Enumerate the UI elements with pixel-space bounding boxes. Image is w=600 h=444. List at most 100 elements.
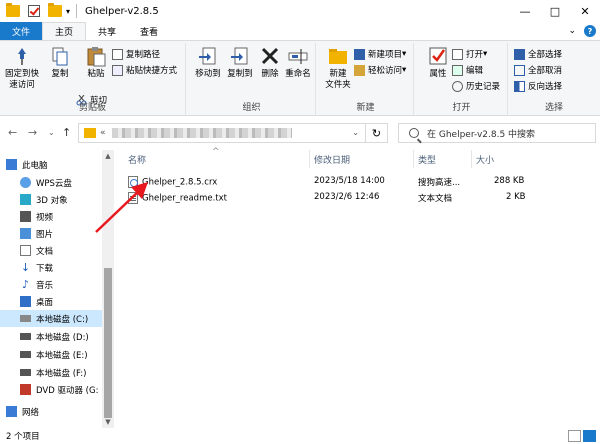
desktop-icon [20,296,31,307]
file-modified: 2023/2/6 12:46 [314,192,380,202]
organize-group-label: 组织 [242,103,261,113]
recent-dropdown-icon[interactable]: ⌄ [48,128,55,137]
open-icon [452,48,463,60]
address-prefix: « [100,128,106,138]
document-icon [20,245,31,256]
quick-access-dropdown-icon[interactable]: ▾ [66,7,70,16]
nav-item-network[interactable]: 网络 [6,403,106,420]
new-folder-label: 新建 文件夹 [325,69,351,90]
nav-item-drive-c[interactable]: 本地磁盘 (C:) [0,310,102,327]
file-type: 文本文档 [418,194,453,204]
ribbon-tabs: 文件 主页 共享 查看 ⌄ ? [0,22,600,40]
picture-icon [20,228,31,239]
ribbon-expand-icon[interactable]: ⌄ [568,26,576,36]
select-all-button[interactable]: 全部选择 [514,47,562,61]
navigation-pane: 此电脑 WPS云盘 3D 对象 视频 图片 文档 ↓ 下载 ♪ 音乐 桌面 本地… [0,150,114,428]
select-none-label: 全部取消 [528,66,563,76]
maximize-button[interactable]: □ [540,0,570,22]
column-header-size[interactable]: 大小 [472,150,528,168]
up-arrow-icon[interactable]: ↑ [62,126,71,139]
copy-path-button[interactable]: 复制路径 [112,47,160,61]
easy-access-button[interactable]: 轻松访问 ▾ [354,63,406,77]
nav-label: WPS云盘 [36,178,72,189]
select-all-label: 全部选择 [528,50,563,60]
file-modified: 2023/5/18 14:00 [314,176,385,186]
properties-icon[interactable] [28,5,40,17]
history-button[interactable]: 历史记录 [452,79,500,93]
column-header-name[interactable]: 名称 [124,150,310,168]
refresh-icon[interactable]: ↻ [365,124,387,142]
tab-home[interactable]: 主页 [42,22,87,40]
paste-shortcut-icon [112,64,123,76]
nav-label: 本地磁盘 (D:) [36,332,89,343]
scroll-thumb[interactable] [104,268,112,418]
file-name-cell: Ghelper_2.8.5.crx [128,176,217,188]
video-icon [20,211,31,222]
nav-label: 文档 [36,246,54,257]
close-button[interactable]: ✕ [570,0,600,22]
file-row[interactable]: Ghelper_readme.txt 2023/2/6 12:46 文本文档 2… [126,190,536,206]
easy-access-icon [354,64,365,76]
drive-icon [20,315,31,322]
address-dropdown-icon[interactable]: ⌄ [352,128,359,137]
search-input[interactable]: 在 Ghelper-v2.8.5 中搜索 [398,123,596,143]
item-count: 2 个项目 [6,432,40,442]
crx-file-icon [128,176,138,188]
title-separator [76,4,78,18]
select-group: 全部选择 全部取消 反向选择 选择 [510,43,598,115]
large-icons-view-icon[interactable] [583,430,596,442]
column-header-modified[interactable]: 修改日期 [310,150,414,168]
edit-button[interactable]: 编辑 [452,63,483,77]
pin-label: 固定到快 速访问 [4,69,39,90]
tab-share[interactable]: 共享 [86,22,128,40]
new-folder-button[interactable]: 新建 文件夹 [318,45,358,91]
cloud-icon [20,177,31,188]
history-label: 历史记录 [466,82,501,92]
search-icon [409,128,419,138]
file-name-cell: Ghelper_readme.txt [128,192,227,204]
rename-button[interactable]: 重命名 [278,45,318,80]
nav-label: 本地磁盘 (C:) [36,314,89,325]
back-arrow-icon[interactable]: ← [8,126,17,139]
select-none-icon [514,64,525,76]
file-row[interactable]: Ghelper_2.8.5.crx 2023/5/18 14:00 搜狗高速..… [126,174,536,190]
scroll-down-icon[interactable]: ▼ [102,416,114,428]
details-view-icon[interactable] [568,430,581,442]
nav-label: 此电脑 [22,160,48,171]
invert-selection-label: 反向选择 [528,82,563,92]
open-button[interactable]: 打开 ▾ [452,47,487,61]
paste-label: 粘贴 [87,69,105,79]
new-item-dropdown-icon: ▾ [402,49,407,59]
pin-quick-access-button[interactable]: 固定到快 速访问 [2,45,42,91]
new-folder-icon[interactable] [48,3,62,17]
help-icon[interactable]: ? [584,25,596,37]
folder-icon[interactable] [6,3,20,17]
new-item-button[interactable]: 新建项目 ▾ [354,47,406,61]
cube-icon [20,194,31,205]
paste-button[interactable]: 粘贴 [76,45,116,80]
title-bar: ▾ Ghelper-v2.8.5 — □ ✕ [0,0,600,22]
new-group: 新建 文件夹 新建项目 ▾ 轻松访问 ▾ 新建 [318,43,414,115]
paste-shortcut-button[interactable]: 粘贴快捷方式 [112,63,177,77]
select-none-button[interactable]: 全部取消 [514,63,562,77]
scroll-up-icon[interactable]: ▲ [102,150,114,162]
file-list: ^ 名称 修改日期 类型 大小 Ghelper_2.8.5.crx 2023/5… [120,147,600,428]
nav-scrollbar[interactable]: ▲ ▼ [102,150,114,428]
window-title: Ghelper-v2.8.5 [85,5,159,17]
copy-path-icon [112,48,123,60]
copy-button[interactable]: 复制 [40,45,80,80]
new-group-label: 新建 [356,103,375,113]
tab-view[interactable]: 查看 [128,22,170,40]
rename-icon [287,45,309,67]
minimize-button[interactable]: — [510,0,540,22]
column-header-type[interactable]: 类型 [414,150,472,168]
download-icon: ↓ [20,261,31,274]
drive-icon [20,333,31,340]
forward-arrow-icon[interactable]: → [28,126,37,139]
address-bar[interactable]: « ⌄ ↻ [78,123,388,143]
invert-selection-button[interactable]: 反向选择 [514,79,562,93]
file-size: 2 KB [506,192,526,202]
select-all-icon [514,48,525,60]
nav-item-this-pc[interactable]: 此电脑 [6,156,106,173]
tab-file[interactable]: 文件 [0,22,43,40]
